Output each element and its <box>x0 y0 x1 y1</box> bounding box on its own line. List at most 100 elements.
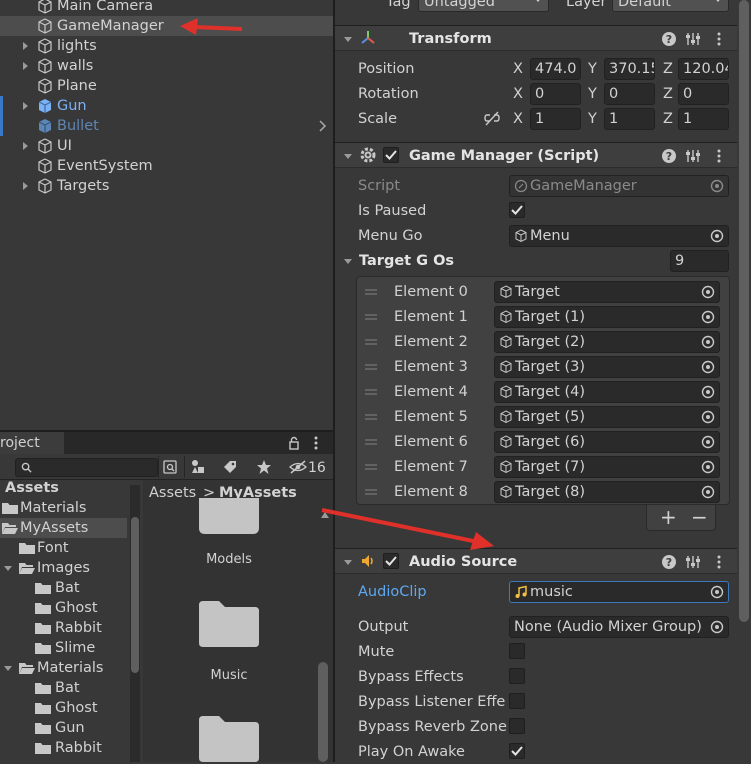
tree-item-images[interactable]: Images <box>0 558 127 578</box>
expand-arrow-icon[interactable] <box>20 181 30 191</box>
scale-y-field[interactable]: 1 <box>604 108 655 130</box>
add-element-button[interactable]: + <box>660 505 677 529</box>
object-picker-icon[interactable] <box>701 385 715 399</box>
axis-z-label[interactable]: Z <box>663 108 673 130</box>
drag-handle-icon[interactable] <box>365 463 377 471</box>
object-picker-icon[interactable] <box>710 620 724 634</box>
layer-dropdown[interactable]: Default <box>612 0 729 12</box>
drag-handle-icon[interactable] <box>365 438 377 446</box>
hidden-packages-icon[interactable] <box>288 459 308 475</box>
expand-arrow-icon[interactable] <box>20 61 30 71</box>
filter-by-label-icon[interactable] <box>222 459 238 475</box>
tree-item-materials-sub[interactable]: Materials <box>0 658 127 678</box>
tree-item-gun[interactable]: Gun <box>0 718 127 738</box>
more-options-icon[interactable] <box>711 31 727 47</box>
element-object-field[interactable]: Target (4) <box>494 381 720 403</box>
hierarchy-item-lights[interactable]: lights <box>0 36 333 56</box>
object-picker-icon[interactable] <box>701 285 715 299</box>
tree-item-font[interactable]: Font <box>0 538 127 558</box>
hierarchy-item-plane[interactable]: Plane <box>0 76 333 96</box>
element-object-field[interactable]: Target <box>494 281 720 303</box>
expand-arrow-icon[interactable] <box>20 141 30 151</box>
rotation-x-field[interactable]: 0 <box>530 83 581 105</box>
help-icon[interactable]: ? <box>661 148 677 164</box>
drag-handle-icon[interactable] <box>365 488 377 496</box>
element-object-field[interactable]: Target (5) <box>494 406 720 428</box>
object-picker-icon[interactable] <box>701 410 715 424</box>
tree-item-myassets[interactable]: MyAssets <box>0 518 127 538</box>
mute-checkbox[interactable] <box>509 643 525 659</box>
target-gos-label[interactable]: Target G Os <box>359 250 454 272</box>
position-z-field[interactable]: 120.04 <box>678 58 729 80</box>
axis-x-label[interactable]: X <box>513 108 523 130</box>
folder-icon[interactable] <box>197 498 261 536</box>
target-gos-size-field[interactable]: 9 <box>670 250 729 272</box>
transform-header[interactable]: Transform ? <box>335 25 737 51</box>
tree-item-rabbit[interactable]: Rabbit <box>0 618 127 638</box>
help-icon[interactable]: ? <box>661 31 677 47</box>
element-object-field[interactable]: Target (1) <box>494 306 720 328</box>
tab-project[interactable]: roject <box>0 432 64 454</box>
bypass-listener-effects-checkbox[interactable] <box>509 693 525 709</box>
filter-by-type-icon[interactable] <box>190 459 206 475</box>
element-object-field[interactable]: Target (8) <box>494 481 720 503</box>
project-search-input[interactable] <box>15 458 158 477</box>
element-object-field[interactable]: Target (2) <box>494 331 720 353</box>
scale-x-field[interactable]: 1 <box>530 108 581 130</box>
drag-handle-icon[interactable] <box>365 313 377 321</box>
hierarchy-item-targets[interactable]: Targets <box>0 176 333 196</box>
element-object-field[interactable]: Target (7) <box>494 456 720 478</box>
axis-z-label[interactable]: Z <box>663 58 673 80</box>
element-object-field[interactable]: Target (6) <box>494 431 720 453</box>
inspector-scrollbar-thumb[interactable] <box>739 0 749 622</box>
tree-item-ghost[interactable]: Ghost <box>0 698 127 718</box>
favorite-star-icon[interactable] <box>256 459 272 475</box>
scale-z-field[interactable]: 1 <box>678 108 729 130</box>
preset-icon[interactable] <box>685 148 701 164</box>
hierarchy-item-gun[interactable]: Gun <box>0 96 333 116</box>
object-picker-icon[interactable] <box>710 585 724 599</box>
hierarchy-item-walls[interactable]: walls <box>0 56 333 76</box>
search-by-type-icon[interactable] <box>162 459 178 475</box>
audioclip-field[interactable]: music <box>509 581 729 603</box>
more-options-icon[interactable] <box>308 435 324 451</box>
tree-item-rabbit[interactable]: Rabbit <box>0 738 127 758</box>
tag-dropdown[interactable]: Untagged <box>418 0 549 12</box>
tree-item-assets[interactable]: Assets <box>0 478 127 498</box>
help-icon[interactable]: ? <box>661 554 677 570</box>
object-picker-icon[interactable] <box>701 310 715 324</box>
component-enabled-checkbox[interactable] <box>383 147 399 163</box>
tree-item-slime[interactable]: Slime <box>0 638 127 658</box>
expand-arrow-icon[interactable] <box>20 41 30 51</box>
tree-item-bat[interactable]: Bat <box>0 678 127 698</box>
expand-arrow-icon[interactable] <box>20 101 30 111</box>
folder-icon[interactable] <box>197 599 261 649</box>
drag-handle-icon[interactable] <box>365 363 377 371</box>
object-picker-icon[interactable] <box>701 485 715 499</box>
collapse-arrow-icon[interactable] <box>3 663 13 673</box>
rotation-y-field[interactable]: 0 <box>604 83 655 105</box>
more-options-icon[interactable] <box>711 148 727 164</box>
hierarchy-item-eventsystem[interactable]: EventSystem <box>0 156 333 176</box>
output-field[interactable]: None (Audio Mixer Group) <box>509 616 729 638</box>
axis-y-label[interactable]: Y <box>588 108 597 130</box>
tree-scrollbar-thumb[interactable] <box>131 517 139 673</box>
object-picker-icon[interactable] <box>701 360 715 374</box>
axis-y-label[interactable]: Y <box>588 83 597 105</box>
drag-handle-icon[interactable] <box>365 288 377 296</box>
element-object-field[interactable]: Target (3) <box>494 356 720 378</box>
more-options-icon[interactable] <box>711 554 727 570</box>
component-enabled-checkbox[interactable] <box>383 553 399 569</box>
chevron-right-icon[interactable] <box>316 120 328 132</box>
position-y-field[interactable]: 370.15 <box>604 58 655 80</box>
tree-item-materials[interactable]: Materials <box>0 498 127 518</box>
hierarchy-item-gamemanager[interactable]: GameManager <box>0 16 333 36</box>
menu-go-field[interactable]: Menu <box>509 225 729 247</box>
hierarchy-item-main-camera[interactable]: Main Camera <box>0 0 333 16</box>
play-on-awake-checkbox[interactable] <box>509 743 525 759</box>
drag-handle-icon[interactable] <box>365 388 377 396</box>
axis-z-label[interactable]: Z <box>663 83 673 105</box>
preset-icon[interactable] <box>685 554 701 570</box>
collapse-arrow-icon[interactable] <box>343 34 353 44</box>
preset-icon[interactable] <box>685 31 701 47</box>
